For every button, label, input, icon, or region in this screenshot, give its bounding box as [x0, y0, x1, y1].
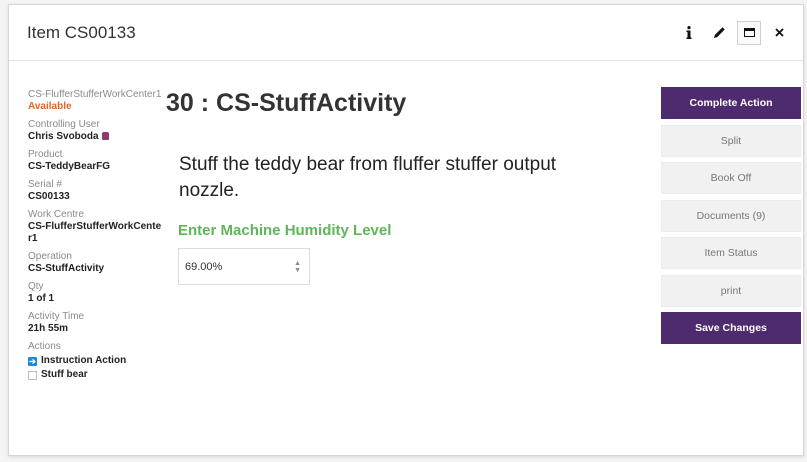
split-button[interactable]: Split — [661, 124, 801, 157]
controlling-user-field: Controlling User Chris Svoboda — [28, 119, 163, 143]
dialog-header: Item CS00133 — [9, 5, 803, 61]
action-item-label: Stuff bear — [41, 369, 88, 380]
action-item[interactable]: ➔ Instruction Action — [28, 355, 163, 367]
save-changes-button[interactable]: Save Changes — [661, 312, 801, 344]
controlling-user-value: Chris Svoboda — [28, 131, 163, 143]
operation-field: Operation CS-StuffActivity — [28, 251, 163, 275]
dialog-title: Item CS00133 — [27, 22, 136, 42]
print-button[interactable]: print — [661, 274, 801, 307]
item-status-button[interactable]: Item Status — [661, 237, 801, 269]
operation-value: CS-StuffActivity — [28, 263, 105, 274]
user-icon — [101, 132, 109, 140]
item-dialog: Item CS00133 CS-FlufferStufferWorkCenter… — [8, 4, 804, 456]
action-buttons: Complete Action Split Book Off Documents… — [661, 87, 801, 350]
arrow-right-icon: ➔ — [28, 356, 37, 366]
checkbox-icon — [28, 370, 37, 380]
product-field: Product CS-TeddyBearFG — [28, 149, 163, 173]
action-item[interactable]: Stuff bear — [28, 369, 163, 381]
item-details-panel: CS-FlufferStufferWorkCenter1 Available C… — [28, 89, 163, 387]
humidity-input-box: ▲ ▼ — [178, 248, 310, 285]
work-centre-field: Work Centre CS-FlufferStufferWorkCenter1 — [28, 209, 163, 245]
workcenter-field: CS-FlufferStufferWorkCenter1 Available — [28, 89, 163, 113]
documents-button[interactable]: Documents (9) — [661, 199, 801, 232]
info-glyph — [686, 26, 692, 39]
chevron-up-icon[interactable]: ▲ — [294, 260, 301, 267]
action-item-label: Instruction Action — [41, 355, 127, 366]
humidity-input[interactable] — [185, 260, 281, 273]
operation-label: Operation — [28, 251, 72, 262]
chevron-down-icon[interactable]: ▼ — [294, 267, 301, 274]
complete-action-button[interactable]: Complete Action — [661, 87, 801, 119]
serial-field: Serial # CS00133 — [28, 179, 163, 203]
activity-time-label: Activity Time — [28, 311, 85, 322]
pencil-glyph — [713, 27, 725, 38]
pencil-icon[interactable] — [707, 21, 731, 45]
activity-time-field: Activity Time 21h 55m — [28, 311, 163, 335]
spinner-stepper[interactable]: ▲ ▼ — [294, 260, 301, 274]
work-centre-label: Work Centre — [28, 209, 84, 220]
actions-field: Actions ➔ Instruction Action Stuff bear — [28, 341, 163, 381]
controlling-user-label: Controlling User — [28, 119, 100, 130]
window-glyph — [743, 28, 755, 37]
workcenter-status: Available — [28, 101, 72, 112]
operation-title: 30 : CS-StuffActivity — [166, 89, 407, 117]
workcenter-label: CS-FlufferStufferWorkCenter1 — [28, 89, 162, 100]
close-icon[interactable] — [767, 21, 791, 45]
window-icon[interactable] — [737, 20, 761, 45]
activity-time-value: 21h 55m — [28, 323, 69, 334]
actions-label: Actions — [28, 341, 61, 352]
product-value: CS-TeddyBearFG — [28, 161, 111, 172]
instruction-text: Stuff the teddy bear from fluffer stuffe… — [179, 154, 557, 201]
info-icon[interactable] — [677, 21, 701, 45]
humidity-prompt-label: Enter Machine Humidity Level — [178, 222, 392, 239]
header-toolbar — [677, 20, 791, 45]
qty-field: Qty 1 of 1 — [28, 281, 163, 305]
product-label: Product — [28, 149, 63, 160]
work-centre-value: CS-FlufferStufferWorkCenter1 — [28, 221, 162, 244]
serial-label: Serial # — [28, 179, 62, 190]
qty-label: Qty — [28, 281, 44, 292]
serial-value: CS00133 — [28, 191, 70, 202]
controlling-user-name: Chris Svoboda — [28, 131, 99, 142]
close-glyph — [774, 28, 784, 37]
qty-value: 1 of 1 — [28, 293, 55, 304]
book-off-button[interactable]: Book Off — [661, 162, 801, 194]
